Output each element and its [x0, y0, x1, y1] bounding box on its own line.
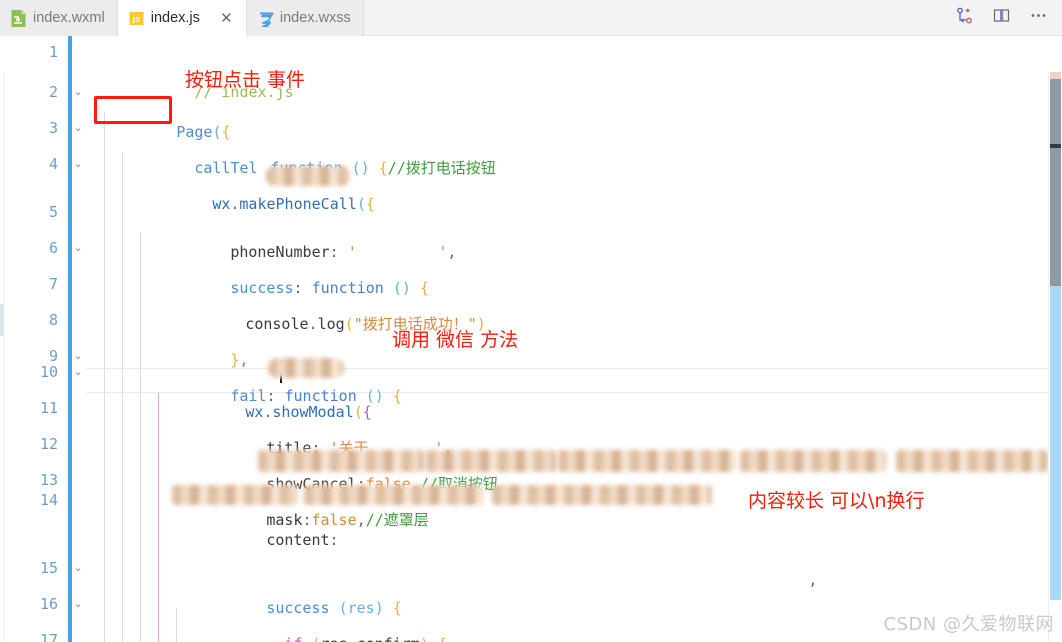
- line-content: },: [140, 300, 248, 369]
- code-line[interactable]: 6 ⌄ success: function () {: [0, 228, 1062, 297]
- redacted-content-line1c: [558, 450, 736, 472]
- line-number: 12: [39, 435, 58, 453]
- line-number: 11: [39, 399, 58, 417]
- highlight-box-calltel: [94, 96, 172, 124]
- scrollbar-cursor-marker: [1050, 144, 1061, 148]
- scrollbar-thumb[interactable]: [1050, 72, 1061, 286]
- code-token: :: [329, 531, 339, 549]
- line-number: 16: [39, 595, 58, 613]
- line-number: 8: [48, 311, 58, 329]
- code-line[interactable]: 8 },: [0, 300, 1062, 369]
- wxss-file-icon: [258, 10, 274, 27]
- minimap-marker: [0, 304, 4, 336]
- redacted-content-line1b: [426, 450, 556, 472]
- svg-text:JS: JS: [131, 15, 140, 23]
- redacted-content-line2a: [172, 485, 298, 505]
- vertical-scrollbar[interactable]: [1048, 72, 1062, 642]
- line-number: 14: [39, 491, 58, 509]
- annotation-long-content-newline: 内容较长 可以\n换行: [748, 490, 925, 512]
- fold-chevron-icon[interactable]: ⌄: [70, 228, 86, 268]
- redacted-content-line1a: [258, 450, 424, 472]
- redacted-content-line2c: [492, 485, 712, 505]
- close-icon[interactable]: ✕: [219, 10, 234, 26]
- line-content-tail: ',: [348, 192, 456, 261]
- code-line[interactable]: 15 ⌄ success (res) {: [0, 548, 1062, 617]
- code-line[interactable]: 11 title: '关于 ',: [0, 388, 1062, 457]
- line-content: success: function () {: [140, 228, 429, 297]
- redacted-content-line2b: [304, 485, 484, 505]
- tab-index-wxml[interactable]: index.wxml: [0, 0, 118, 36]
- tab-bar-actions: [945, 0, 1062, 35]
- annotation-call-wechat-method: 调用 微信 方法: [392, 329, 519, 351]
- line-number: 6: [48, 239, 58, 257]
- line-number: 7: [48, 275, 58, 293]
- tab-index-wxss[interactable]: index.wxss: [246, 0, 364, 36]
- fold-chevron-icon[interactable]: ⌄: [70, 108, 86, 148]
- code-line[interactable]: 7 console.log("拨打电话成功！"): [0, 264, 1062, 333]
- line-number: 3: [48, 119, 58, 137]
- fold-chevron-icon[interactable]: ⌄: [70, 548, 86, 588]
- code-editor[interactable]: 1 // index.js 2 ⌄ Page({ 3 ⌄ callTel () …: [0, 36, 1062, 642]
- code-line[interactable]: 5 phoneNumber: ' ',: [0, 192, 1062, 261]
- wxml-file-icon: [11, 9, 26, 27]
- fold-chevron-icon[interactable]: ⌄: [70, 584, 86, 624]
- fold-chevron-icon[interactable]: ⌄: [70, 352, 86, 392]
- tab-index-js[interactable]: JS index.js ✕: [117, 0, 247, 36]
- line-number: 5: [48, 203, 58, 221]
- tab-label: index.wxml: [33, 9, 105, 26]
- ide-window: index.wxml JS index.js ✕ index.wxss 1 //…: [0, 0, 1062, 642]
- code-line-current[interactable]: 10 ⌄ wx.showModal({: [0, 352, 1062, 421]
- line-content: phoneNumber: ': [140, 192, 356, 261]
- csdn-watermark: CSDN @久爱物联网: [883, 614, 1054, 635]
- line-content: success (res) {: [176, 548, 401, 617]
- tab-label: index.js: [150, 9, 200, 26]
- line-content: console.log('点击确定'): [212, 620, 498, 642]
- scrollbar-track-highlight: [1050, 286, 1061, 600]
- redacted-title-text: [268, 358, 344, 378]
- tab-label: index.wxss: [279, 9, 351, 26]
- line-content-tail: ',: [344, 388, 452, 457]
- redacted-content-line1e: [896, 450, 1048, 472]
- line-number: 17: [39, 631, 58, 642]
- line-content: title: '关于: [176, 388, 368, 457]
- branch-graph-icon[interactable]: [955, 6, 974, 30]
- redacted-content-line1d: [740, 450, 886, 472]
- annotation-button-click-event: 按钮点击 事件: [185, 69, 306, 91]
- line-content: if (res.confirm) {: [194, 584, 447, 642]
- code-lines: 1 // index.js 2 ⌄ Page({ 3 ⌄ callTel () …: [0, 36, 1062, 642]
- line-content-rest: function () {//拨打电话按钮: [180, 108, 495, 177]
- tab-bar-spacer: [363, 0, 945, 35]
- line-content: // index.js: [104, 36, 293, 101]
- line-number: 2: [48, 83, 58, 101]
- more-options-icon[interactable]: [1029, 6, 1048, 30]
- code-token: content: [266, 531, 330, 549]
- editor-tab-bar: index.wxml JS index.js ✕ index.wxss: [0, 0, 1062, 36]
- code-line[interactable]: 4 ⌄ wx.makePhoneCall({: [0, 144, 1062, 213]
- redacted-phone-number: [266, 166, 350, 186]
- line-number: 15: [39, 559, 58, 577]
- split-editor-icon[interactable]: [992, 6, 1011, 30]
- fold-chevron-icon[interactable]: ⌄: [70, 72, 86, 112]
- line-number: 10: [39, 363, 58, 381]
- line-number: 1: [48, 43, 58, 61]
- scrollbar-top-overview-marker: [1050, 72, 1061, 79]
- editor-left-edge: [0, 72, 4, 642]
- line-number: 4: [48, 155, 58, 173]
- js-file-icon: JS: [129, 10, 144, 27]
- fold-chevron-icon[interactable]: ⌄: [70, 144, 86, 184]
- line-content: console.log("拨打电话成功！"): [155, 264, 485, 333]
- code-line[interactable]: 1 // index.js: [0, 36, 1062, 101]
